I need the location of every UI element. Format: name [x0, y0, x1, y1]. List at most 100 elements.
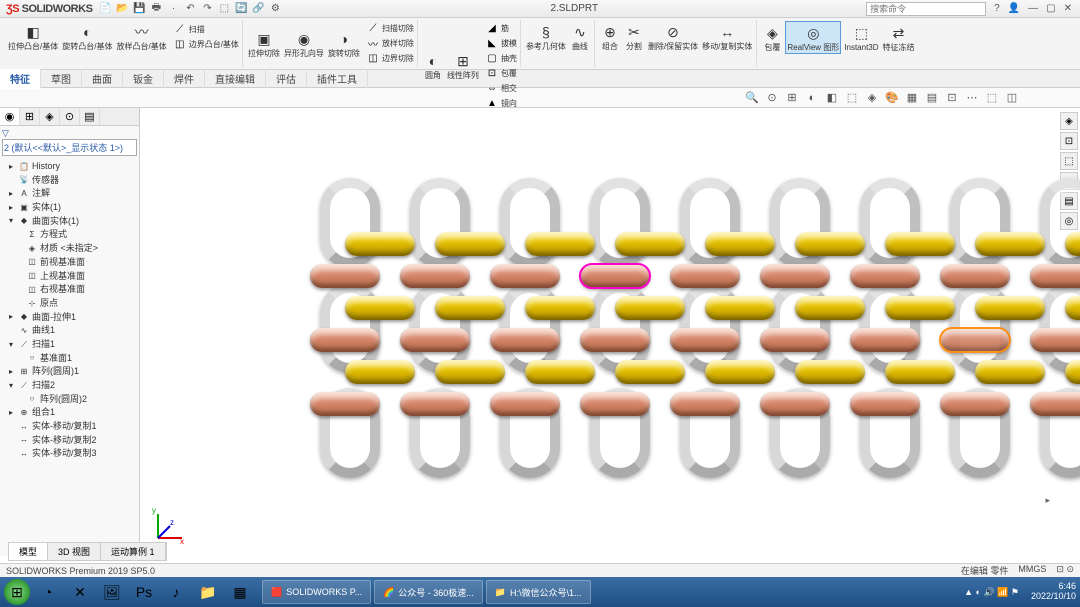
- ribbon-btn[interactable]: §参考几何体: [525, 21, 567, 52]
- ribbon-small-btn[interactable]: ▢抽壳: [485, 51, 517, 65]
- view-tool[interactable]: ⋯: [964, 90, 980, 106]
- pinned-app[interactable]: ◔: [33, 579, 63, 605]
- pinned-app[interactable]: 📁: [193, 579, 223, 605]
- pinned-app[interactable]: ✕: [65, 579, 95, 605]
- manager-tab[interactable]: ⊙: [60, 108, 80, 125]
- pinned-app[interactable]: Ps: [129, 579, 159, 605]
- qat-link[interactable]: 🔗: [251, 2, 265, 16]
- qat-undo[interactable]: ↶: [183, 2, 197, 16]
- view-tool[interactable]: ⊡: [944, 90, 960, 106]
- start-button[interactable]: ⊞: [4, 579, 30, 605]
- ribbon-btn[interactable]: ◐圆角: [422, 50, 444, 81]
- ribbon-btn[interactable]: ✂分割: [623, 21, 645, 52]
- view-tool[interactable]: ⊙: [764, 90, 780, 106]
- view-tool[interactable]: ⬚: [844, 90, 860, 106]
- command-tab[interactable]: 特征: [0, 69, 41, 89]
- qat-redo[interactable]: ↷: [200, 2, 214, 16]
- command-tab[interactable]: 草图: [41, 69, 82, 88]
- manager-tab[interactable]: ◈: [40, 108, 60, 125]
- qat-options[interactable]: ⚙: [268, 2, 282, 16]
- qat-print[interactable]: 🖶: [149, 2, 163, 16]
- tree-item[interactable]: ▸A注解: [2, 187, 137, 201]
- manager-tab[interactable]: ◉: [0, 108, 20, 125]
- qat-rebuild[interactable]: 🔄: [234, 2, 248, 16]
- tree-item[interactable]: ○基准面1: [2, 352, 137, 366]
- tree-item[interactable]: ◈材质 <未指定>: [2, 242, 137, 256]
- tree-item[interactable]: ▸▣实体(1): [2, 201, 137, 215]
- close-icon[interactable]: ✕: [1064, 3, 1072, 14]
- manager-tab[interactable]: ▤: [80, 108, 100, 125]
- tree-item[interactable]: ↔实体-移动/复制3: [2, 447, 137, 461]
- expand-icon[interactable]: ▸: [6, 367, 16, 377]
- expand-icon[interactable]: [14, 395, 24, 405]
- view-tool[interactable]: ◐: [804, 90, 820, 106]
- expand-icon[interactable]: [6, 326, 16, 336]
- taskbar-app[interactable]: 🌈公众号 - 360极速...: [374, 580, 483, 604]
- view-tool[interactable]: 🎨: [884, 90, 900, 106]
- taskbar-clock[interactable]: 6:46 2022/10/10: [1031, 582, 1076, 602]
- view-tool[interactable]: ◧: [824, 90, 840, 106]
- command-tab[interactable]: 焊件: [164, 69, 205, 88]
- view-tool[interactable]: ⊞: [784, 90, 800, 106]
- tree-item[interactable]: ▸⊞阵列(圆周)1: [2, 365, 137, 379]
- expand-icon[interactable]: [14, 271, 24, 281]
- expand-icon[interactable]: [14, 353, 24, 363]
- manager-tab[interactable]: ⊞: [20, 108, 40, 125]
- command-tab[interactable]: 插件工具: [307, 69, 368, 88]
- minimize-icon[interactable]: —: [1028, 3, 1038, 14]
- expand-icon[interactable]: ▾: [6, 340, 16, 350]
- taskpane-tab[interactable]: ⊡: [1060, 132, 1078, 150]
- ribbon-btn[interactable]: ▣拉伸切除: [247, 28, 281, 59]
- ribbon-btn[interactable]: ⇄特征冻结: [882, 22, 916, 53]
- ribbon-btn[interactable]: 〰放样凸台/基体: [115, 21, 167, 52]
- view-tool[interactable]: 🔍: [744, 90, 760, 106]
- qat-save[interactable]: 💾: [132, 2, 146, 16]
- tree-item[interactable]: ◫前视基准面: [2, 256, 137, 270]
- expand-icon[interactable]: [14, 299, 24, 309]
- expand-icon[interactable]: ▸: [6, 312, 16, 322]
- command-tab[interactable]: 评估: [266, 69, 307, 88]
- expand-icon[interactable]: ▸: [6, 162, 16, 172]
- command-tab[interactable]: 钣金: [123, 69, 164, 88]
- tree-item[interactable]: ▸📋History: [2, 160, 137, 174]
- graphics-viewport[interactable]: ◈⊡⬚◐▤◎ y x z ▸: [140, 108, 1080, 556]
- tree-item[interactable]: ▾⟋扫描1: [2, 338, 137, 352]
- tray-icons[interactable]: ▲ ◐ 🔊 📶 ⚑: [964, 587, 1019, 598]
- ribbon-btn[interactable]: ◧拉伸凸台/基体: [7, 21, 59, 52]
- ribbon-small-btn[interactable]: ◣拔模: [485, 36, 517, 50]
- ribbon-btn[interactable]: ⬚Instant3D: [843, 22, 879, 53]
- view-tool[interactable]: ▤: [924, 90, 940, 106]
- view-tab[interactable]: 3D 视图: [48, 543, 101, 560]
- expand-icon[interactable]: ▸: [6, 203, 16, 213]
- expand-icon[interactable]: [6, 449, 16, 459]
- ribbon-small-btn[interactable]: ⟋扫描: [173, 22, 239, 36]
- ribbon-btn[interactable]: ◈包覆: [761, 22, 783, 53]
- ribbon-btn[interactable]: ⊘删除/保留实体: [647, 21, 699, 52]
- pinned-app[interactable]: ▦: [225, 579, 255, 605]
- tree-item[interactable]: ○阵列(圆周)2: [2, 393, 137, 407]
- tree-item[interactable]: ▸◆曲面-拉伸1: [2, 311, 137, 325]
- ribbon-small-btn[interactable]: ◢筋: [485, 21, 517, 35]
- expand-icon[interactable]: [14, 285, 24, 295]
- tree-item[interactable]: ◫右视基准面: [2, 283, 137, 297]
- expand-icon[interactable]: [6, 176, 16, 186]
- pinned-app[interactable]: ♪: [161, 579, 191, 605]
- ribbon-small-btn[interactable]: ◫边界凸台/基体: [173, 37, 239, 51]
- taskbar-app[interactable]: 📁H:\微信公众号\1...: [486, 580, 591, 604]
- pinned-app[interactable]: 🖼: [97, 579, 127, 605]
- configuration-dropdown[interactable]: 2 (默认<<默认>_显示状态 1>): [2, 139, 137, 156]
- expand-icon[interactable]: [14, 244, 24, 254]
- ribbon-small-btn[interactable]: ⊡包覆: [485, 66, 517, 80]
- ribbon-btn[interactable]: ⊞线性阵列: [446, 50, 480, 81]
- tree-item[interactable]: ▾⟋扫描2: [2, 379, 137, 393]
- tree-item[interactable]: ↔实体-移动/复制1: [2, 420, 137, 434]
- ribbon-btn[interactable]: ◑旋转切除: [327, 28, 361, 59]
- expand-icon[interactable]: ▸: [6, 408, 16, 418]
- ribbon-btn[interactable]: ↔移动/复制实体: [701, 21, 753, 52]
- tree-item[interactable]: ∿曲线1: [2, 324, 137, 338]
- qat-new[interactable]: 📄: [98, 2, 112, 16]
- ribbon-btn[interactable]: ⊕组合: [599, 21, 621, 52]
- expand-icon[interactable]: [14, 230, 24, 240]
- tree-item[interactable]: Σ方程式: [2, 228, 137, 242]
- view-tab[interactable]: 模型: [9, 543, 48, 560]
